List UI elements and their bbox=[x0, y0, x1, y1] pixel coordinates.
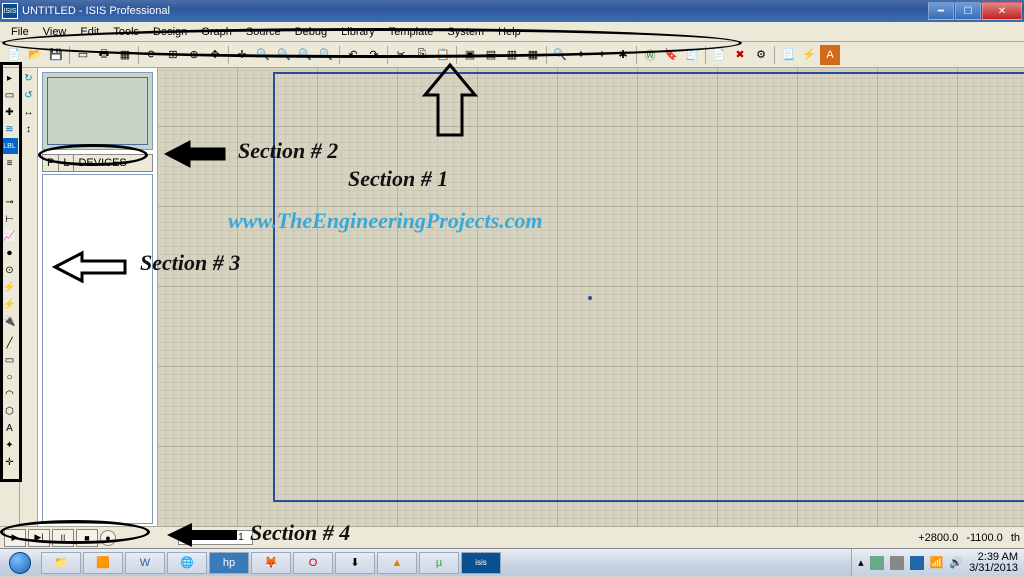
annotation-label-2: Section # 2 bbox=[238, 138, 338, 164]
object-selector: P L DEVICES bbox=[38, 68, 158, 526]
taskbar-app-explorer[interactable]: 📁 bbox=[41, 552, 81, 574]
coordinate-readout: +2800.0 -1100.0 th bbox=[918, 532, 1020, 544]
taskbar-app-isis[interactable]: isis bbox=[461, 552, 501, 574]
annotation-label-3: Section # 3 bbox=[140, 250, 240, 276]
annotation-oval-devices bbox=[38, 144, 148, 166]
tray-volume-icon[interactable]: 🔊 bbox=[949, 556, 963, 569]
design-explorer-icon[interactable]: ⚙ bbox=[751, 45, 771, 65]
tray-icon-2[interactable] bbox=[890, 556, 904, 570]
app-icon: ISIS bbox=[2, 3, 18, 19]
tray-show-hidden-icon[interactable]: ▴ bbox=[858, 556, 864, 569]
overview-window[interactable] bbox=[42, 72, 153, 150]
taskbar-app-firefox[interactable]: 🦊 bbox=[251, 552, 291, 574]
taskbar-app-idm[interactable]: ⬇ bbox=[335, 552, 375, 574]
windows-orb-icon bbox=[9, 552, 31, 574]
origin-marker bbox=[588, 296, 592, 300]
taskbar-app-utorrent[interactable]: µ bbox=[419, 552, 459, 574]
taskbar-app-opera[interactable]: O bbox=[293, 552, 333, 574]
annotation-arrow-up bbox=[420, 60, 480, 140]
annotation-arrow-left-1 bbox=[160, 138, 230, 170]
windows-taskbar: 📁 🟧 W 🌐 hp 🦊 O ⬇ ▲ µ isis ▴ 📶 🔊 2:39 AM … bbox=[0, 548, 1024, 576]
window-title: UNTITLED - ISIS Professional bbox=[22, 5, 927, 17]
annotation-oval-simbar bbox=[0, 520, 150, 544]
taskbar-app-vlc[interactable]: ▲ bbox=[377, 552, 417, 574]
rotate-ccw-icon[interactable]: ↺ bbox=[21, 87, 37, 103]
orientation-toolbar: ↻ ↺ ↔ ↕ bbox=[20, 68, 38, 526]
annotation-arrow-left-2 bbox=[50, 250, 130, 284]
coord-x: +2800.0 bbox=[918, 532, 958, 544]
tray-icon-3[interactable] bbox=[910, 556, 924, 570]
mirror-x-icon[interactable]: ↔ bbox=[21, 104, 37, 120]
remove-sheet-icon[interactable]: ✖ bbox=[730, 45, 750, 65]
tray-icon-1[interactable] bbox=[870, 556, 884, 570]
taskbar-app-word[interactable]: W bbox=[125, 552, 165, 574]
taskbar-clock[interactable]: 2:39 AM 3/31/2013 bbox=[969, 552, 1018, 574]
tray-network-icon[interactable]: 📶 bbox=[930, 556, 944, 569]
netlist-ares-icon[interactable]: A bbox=[820, 45, 840, 65]
editing-canvas[interactable]: www.TheEngineeringProjects.com bbox=[158, 68, 1024, 526]
watermark-text: www.TheEngineeringProjects.com bbox=[228, 208, 543, 234]
taskbar-app-hp[interactable]: hp bbox=[209, 552, 249, 574]
rotate-cw-icon[interactable]: ↻ bbox=[21, 70, 37, 86]
start-button[interactable] bbox=[0, 549, 40, 577]
electrical-check-icon[interactable]: ⚡ bbox=[799, 45, 819, 65]
coord-units: th bbox=[1011, 532, 1020, 544]
annotation-oval-toolbar bbox=[2, 28, 742, 58]
maximize-button[interactable]: ☐ bbox=[955, 2, 981, 20]
taskbar-app-mediaplayer[interactable]: 🟧 bbox=[83, 552, 123, 574]
title-bar: ISIS UNTITLED - ISIS Professional ━ ☐ ✕ bbox=[0, 0, 1024, 22]
simulation-bar: ▶ ▶| || ■ ● Root sheet 1 +2800.0 -1100.0… bbox=[0, 526, 1024, 548]
close-button[interactable]: ✕ bbox=[982, 2, 1022, 20]
mirror-y-icon[interactable]: ↕ bbox=[21, 121, 37, 137]
sheet-border bbox=[273, 72, 1024, 502]
bill-of-materials-icon[interactable]: 📃 bbox=[778, 45, 798, 65]
minimize-button[interactable]: ━ bbox=[928, 2, 954, 20]
annotation-label-4: Section # 4 bbox=[250, 520, 350, 546]
coord-y: -1100.0 bbox=[966, 532, 1003, 544]
annotation-label-1: Section # 1 bbox=[348, 166, 448, 192]
annotation-arrow-left-3 bbox=[162, 520, 242, 550]
device-list[interactable] bbox=[42, 174, 153, 524]
annotation-rect-modetoolbar bbox=[0, 62, 22, 482]
taskbar-app-chrome[interactable]: 🌐 bbox=[167, 552, 207, 574]
